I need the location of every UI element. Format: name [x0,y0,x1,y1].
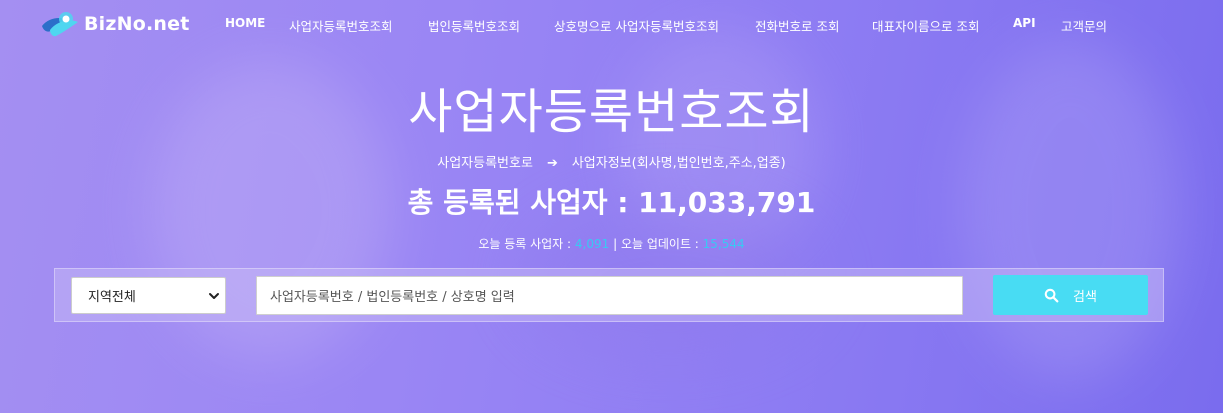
nav-item-api[interactable]: API [1013,16,1036,30]
search-input[interactable]: 사업자등록번호 / 법인등록번호 / 상호명 입력 [256,276,963,315]
nav-item-contact[interactable]: 고객문의 [1061,16,1107,35]
logo-text: BizNo.net [84,13,190,35]
nav-item-company-name-search[interactable]: 상호명으로 사업자등록번호조회 [554,16,719,35]
logo[interactable]: BizNo.net [38,9,190,39]
today-updated-label: 오늘 업데이트 : [620,237,703,251]
nav-item-business-number[interactable]: 사업자등록번호조회 [289,16,393,35]
search-input-placeholder: 사업자등록번호 / 법인등록번호 / 상호명 입력 [270,290,515,305]
nav-item-corporate-number[interactable]: 법인등록번호조회 [428,16,520,35]
today-registered-label: 오늘 등록 사업자 : [478,237,575,251]
nav-item-phone-search[interactable]: 전화번호로 조회 [755,16,839,35]
subtitle-to: 사업자정보(회사명,법인번호,주소,업종) [571,156,786,171]
chevron-down-icon [209,293,219,299]
region-select-value: 지역전체 [88,290,136,305]
nav-item-representative-search[interactable]: 대표자이름으로 조회 [872,16,979,35]
region-select[interactable]: 지역전체 [71,277,226,314]
page-title: 사업자등록번호조회 [408,84,815,140]
search-button[interactable]: 검색 [993,275,1148,315]
total-business-count: 총 등록된 사업자 : 11,033,791 [407,186,816,219]
search-bar: 지역전체 사업자등록번호 / 법인등록번호 / 상호명 입력 검색 [54,268,1164,322]
subtitle-from: 사업자등록번호로 [437,156,533,171]
nav-item-home[interactable]: HOME [225,16,265,30]
logo-mark-icon [42,12,78,37]
stats-separator: | [609,237,621,251]
today-stats: 오늘 등록 사업자 : 4,091 | 오늘 업데이트 : 15,544 [0,235,1223,252]
search-icon [1044,288,1059,302]
hero-subtitle: 사업자등록번호로 ➔ 사업자정보(회사명,법인번호,주소,업종) [0,152,1223,171]
search-button-label: 검색 [1073,289,1097,305]
today-updated-count: 15,544 [702,237,745,251]
site-header: BizNo.net HOME 사업자등록번호조회 법인등록번호조회 상호명으로 … [0,0,1223,48]
today-registered-count: 4,091 [574,237,610,251]
arrow-right-icon: ➔ [546,156,558,171]
